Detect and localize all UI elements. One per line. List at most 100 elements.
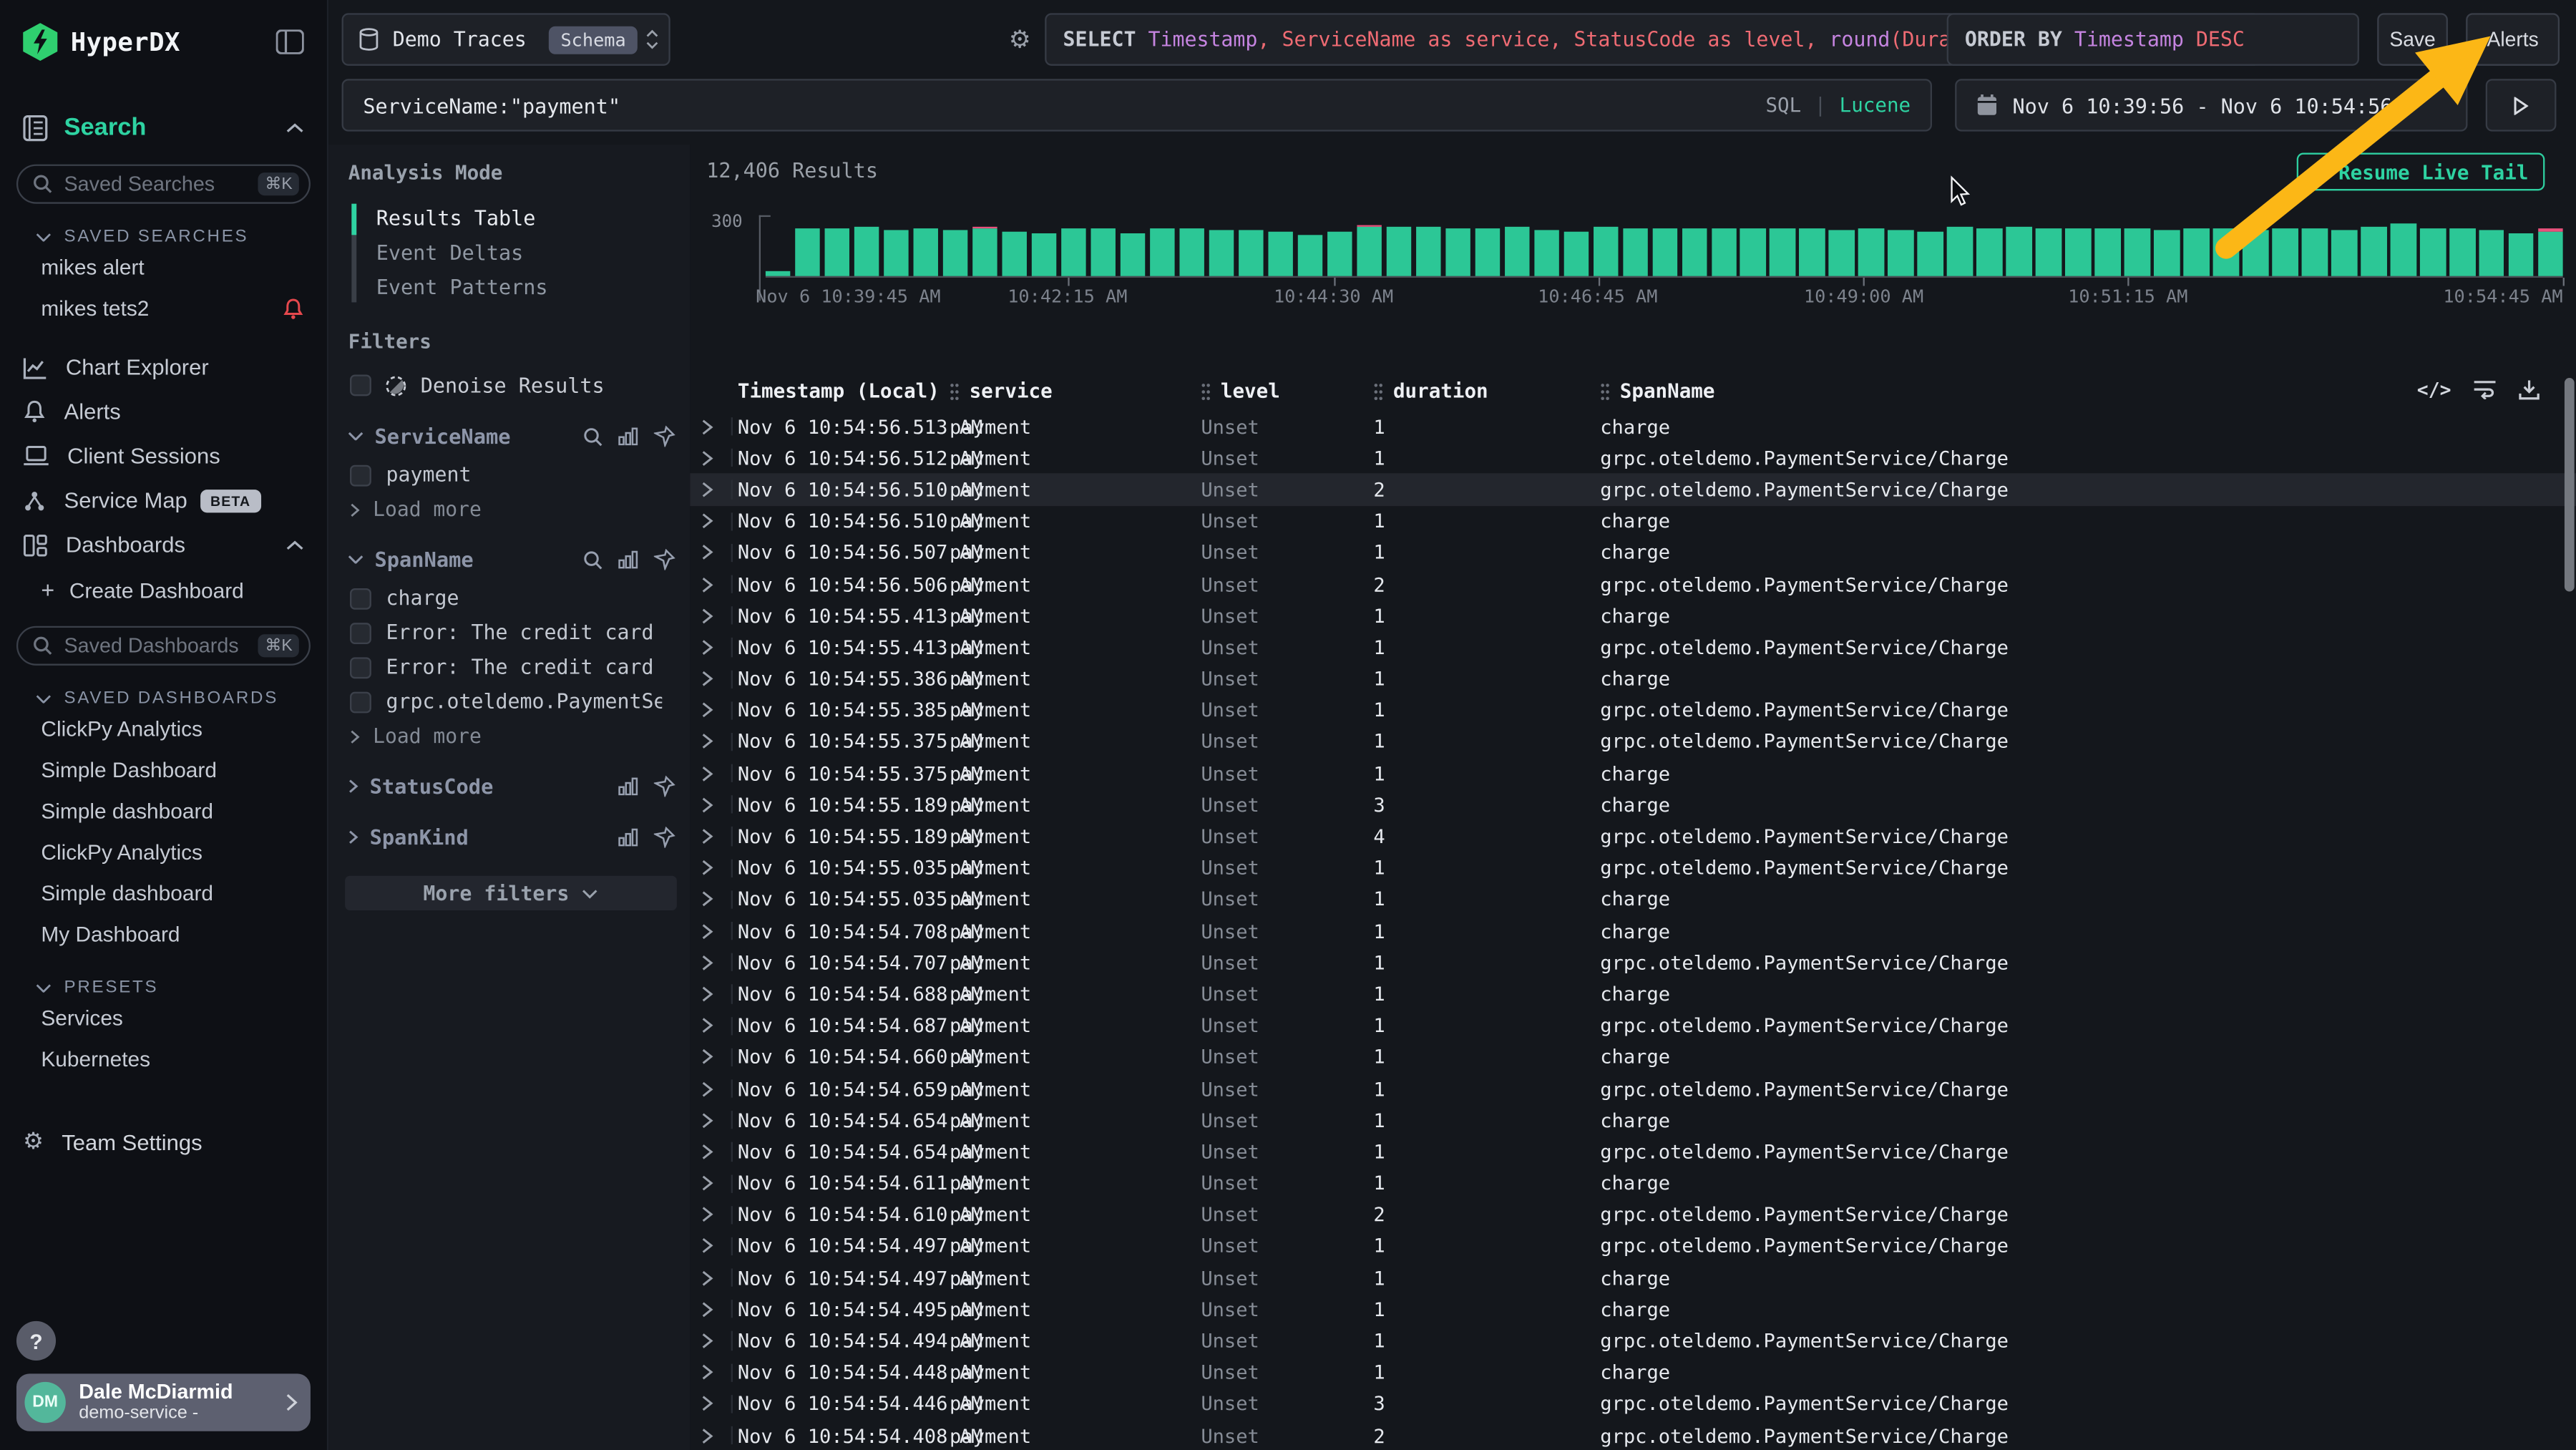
code-view-icon[interactable]: </>	[2417, 378, 2451, 401]
checkbox[interactable]	[350, 374, 371, 396]
table-row[interactable]: Nov 6 10:54:56.513 AMpaymentUnset1charge	[690, 411, 2576, 442]
help-button[interactable]: ?	[16, 1321, 56, 1361]
more-filters-button[interactable]: More filters	[345, 876, 677, 910]
dashboard-item[interactable]: ClickPy Analytics	[0, 832, 327, 872]
histogram-bar[interactable]	[943, 230, 968, 276]
histogram-bar[interactable]	[1711, 229, 1736, 276]
histogram-bar[interactable]	[1061, 229, 1086, 276]
histogram-bar[interactable]	[795, 229, 820, 276]
dashboard-item[interactable]: Simple dashboard	[0, 790, 327, 831]
row-expand-chevron-icon[interactable]	[690, 1199, 738, 1230]
histogram-bar[interactable]	[1740, 229, 1765, 276]
table-row[interactable]: Nov 6 10:54:54.688 AMpaymentUnset1charge	[690, 978, 2576, 1010]
alerts-button[interactable]: Alerts	[2466, 13, 2560, 65]
histogram-bar[interactable]	[1652, 229, 1677, 276]
table-row[interactable]: Nov 6 10:54:56.506 AMpaymentUnset2grpc.o…	[690, 568, 2576, 600]
table-row[interactable]: Nov 6 10:54:56.507 AMpaymentUnset1charge	[690, 537, 2576, 568]
column-header-level[interactable]: level	[1201, 379, 1373, 402]
table-row[interactable]: Nov 6 10:54:55.189 AMpaymentUnset3charge	[690, 789, 2576, 821]
column-header-timestamp[interactable]: Timestamp (Local)	[738, 379, 950, 402]
saved-searches-header[interactable]: SAVED SEARCHES	[36, 227, 304, 247]
table-row[interactable]: Nov 6 10:54:55.385 AMpaymentUnset1grpc.o…	[690, 694, 2576, 726]
table-row[interactable]: Nov 6 10:54:54.448 AMpaymentUnset1charge	[690, 1357, 2576, 1388]
drag-handle-icon[interactable]	[1373, 382, 1383, 400]
histogram-bar[interactable]	[2066, 228, 2091, 276]
histogram-bar[interactable]	[1445, 229, 1470, 276]
bar-chart-icon[interactable]	[618, 427, 639, 445]
histogram-bar[interactable]	[2302, 228, 2327, 276]
table-row[interactable]: Nov 6 10:54:54.660 AMpaymentUnset1charge	[690, 1041, 2576, 1073]
row-expand-chevron-icon[interactable]	[690, 631, 738, 663]
row-expand-chevron-icon[interactable]	[690, 726, 738, 758]
table-row[interactable]: Nov 6 10:54:54.708 AMpaymentUnset1charge	[690, 915, 2576, 947]
saved-search-item[interactable]: mikes alert	[0, 246, 327, 287]
histogram-bar[interactable]	[1032, 233, 1057, 276]
nav-item-chart-explorer[interactable]: Chart Explorer	[0, 345, 327, 389]
nav-item-service-map[interactable]: Service Map BETA	[0, 478, 327, 522]
bar-chart-icon[interactable]	[618, 777, 639, 795]
mode-toggle-lucene[interactable]: Lucene	[1840, 94, 1911, 117]
search-query-input[interactable]: ServiceName:"payment" SQL | Lucene	[342, 79, 1932, 131]
histogram-bar[interactable]	[2479, 230, 2504, 276]
nav-item-search[interactable]: Search	[0, 113, 327, 141]
table-row[interactable]: Nov 6 10:54:54.408 AMpaymentUnset2grpc.o…	[690, 1420, 2576, 1450]
row-expand-chevron-icon[interactable]	[690, 978, 738, 1010]
saved-search-item[interactable]: mikes tets2	[0, 288, 327, 329]
search-icon[interactable]	[583, 550, 603, 570]
histogram-bar[interactable]	[1268, 231, 1293, 276]
mode-toggle-sql[interactable]: SQL	[1765, 94, 1801, 117]
histogram-bar[interactable]	[1120, 233, 1145, 276]
checkbox[interactable]	[350, 464, 371, 486]
histogram-bar[interactable]	[1948, 226, 1973, 276]
load-more-button[interactable]: Load more	[350, 724, 675, 747]
histogram-bar[interactable]	[1002, 233, 1027, 276]
table-row[interactable]: Nov 6 10:54:55.375 AMpaymentUnset1grpc.o…	[690, 726, 2576, 758]
histogram-bar[interactable]	[2331, 230, 2356, 276]
row-expand-chevron-icon[interactable]	[690, 1262, 738, 1293]
chevron-up-icon[interactable]	[286, 540, 303, 550]
pin-icon[interactable]	[654, 426, 675, 447]
saved-searches-input[interactable]: Saved Searches ⌘K	[16, 165, 311, 204]
table-row[interactable]: Nov 6 10:54:54.654 AMpaymentUnset1charge	[690, 1104, 2576, 1136]
histogram-bar[interactable]	[2124, 229, 2150, 276]
nav-item-alerts[interactable]: Alerts	[0, 389, 327, 434]
filter-option[interactable]: Error: The credit card …	[350, 656, 675, 678]
date-range-picker[interactable]: Nov 6 10:39:56 - Nov 6 10:54:56	[1955, 79, 2467, 131]
row-expand-chevron-icon[interactable]	[690, 663, 738, 694]
search-icon[interactable]	[583, 427, 603, 447]
checkbox[interactable]	[350, 656, 371, 678]
dashboard-item[interactable]: ClickPy Analytics	[0, 709, 327, 749]
source-selector[interactable]: Demo Traces Schema	[342, 13, 670, 65]
checkbox[interactable]	[350, 588, 371, 609]
filter-option[interactable]: Error: The credit card …	[350, 621, 675, 644]
histogram-bar[interactable]	[1682, 229, 1707, 276]
histogram-bar[interactable]	[2006, 227, 2031, 276]
histogram-bar[interactable]	[1386, 226, 1411, 276]
order-by-editor[interactable]: ORDER BY Timestamp DESC	[1947, 13, 2359, 65]
histogram-bar[interactable]	[1829, 230, 1854, 276]
histogram-bar[interactable]	[824, 228, 849, 276]
row-expand-chevron-icon[interactable]	[690, 758, 738, 789]
histogram-bar[interactable]	[1327, 232, 1352, 276]
mode-event-patterns[interactable]: Event Patterns	[351, 270, 675, 304]
column-header-duration[interactable]: duration	[1373, 379, 1600, 402]
filter-section-servicename[interactable]: ServiceName	[348, 424, 675, 448]
row-expand-chevron-icon[interactable]	[690, 1357, 738, 1388]
table-row[interactable]: Nov 6 10:54:55.375 AMpaymentUnset1charge	[690, 758, 2576, 789]
pin-icon[interactable]	[654, 827, 675, 848]
row-expand-chevron-icon[interactable]	[690, 600, 738, 631]
table-row[interactable]: Nov 6 10:54:54.610 AMpaymentUnset2grpc.o…	[690, 1199, 2576, 1230]
table-row[interactable]: Nov 6 10:54:55.189 AMpaymentUnset4grpc.o…	[690, 821, 2576, 852]
histogram-bar[interactable]	[766, 271, 791, 276]
row-expand-chevron-icon[interactable]	[690, 442, 738, 474]
filter-section-spanname[interactable]: SpanName	[348, 548, 675, 572]
histogram-bar[interactable]	[1918, 231, 1943, 276]
table-row[interactable]: Nov 6 10:54:54.687 AMpaymentUnset1grpc.o…	[690, 1010, 2576, 1041]
row-expand-chevron-icon[interactable]	[690, 537, 738, 568]
histogram-bar[interactable]	[2449, 228, 2474, 276]
filter-option[interactable]: grpc.oteldemo.PaymentSe…	[350, 690, 675, 713]
histogram-bar[interactable]	[2036, 228, 2061, 276]
histogram-bar[interactable]	[2155, 230, 2180, 276]
table-row[interactable]: Nov 6 10:54:54.494 AMpaymentUnset1grpc.o…	[690, 1325, 2576, 1357]
histogram-bar[interactable]	[913, 228, 938, 276]
